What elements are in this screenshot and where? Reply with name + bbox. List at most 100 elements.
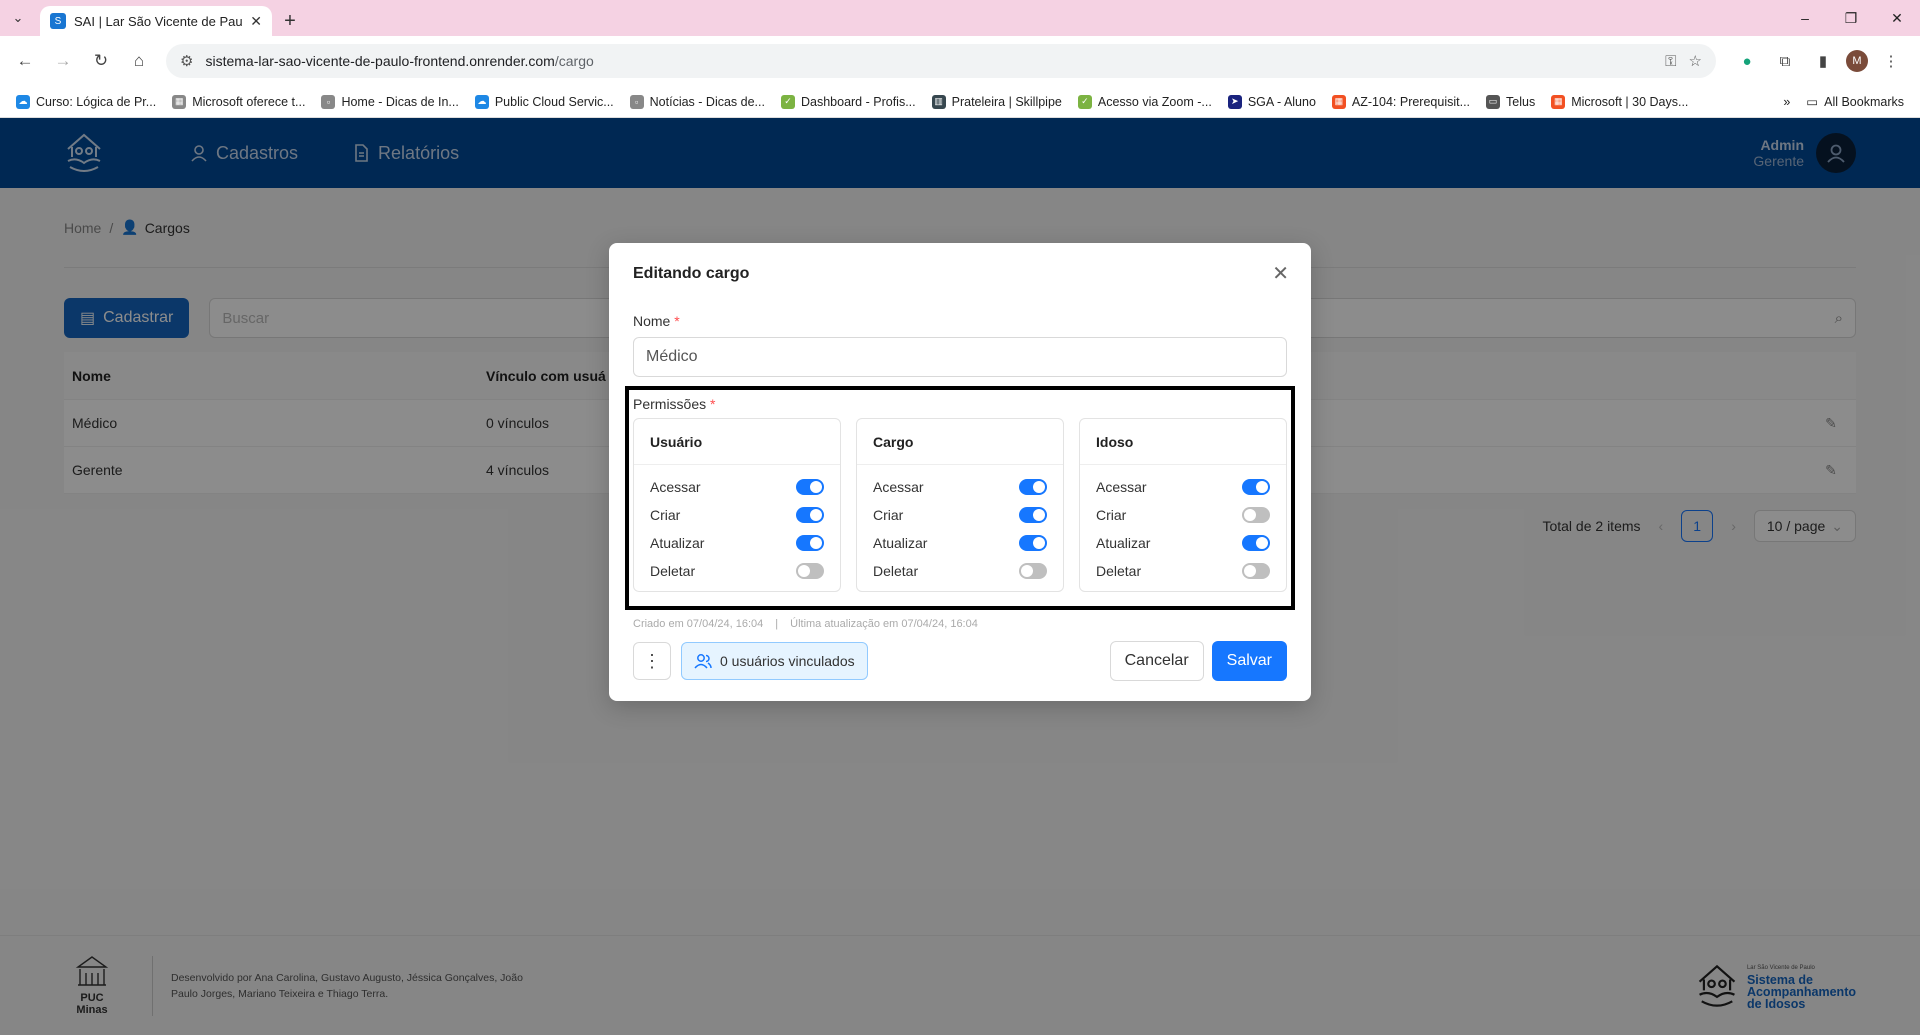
arrow-icon: ➤ [1227, 94, 1242, 109]
bookmark-label: Acesso via Zoom -... [1097, 94, 1212, 109]
permission-label: Atualizar [650, 535, 705, 551]
permission-label: Deletar [650, 563, 696, 579]
bookmark-item[interactable]: ▭ Telus [1478, 89, 1543, 115]
profile-avatar[interactable]: M [1846, 50, 1868, 72]
microsoft-icon: ▦ [1331, 94, 1346, 109]
bookmark-label: Home - Dicas de In... [341, 94, 459, 109]
bookmark-item[interactable]: ▫ Home - Dicas de In... [313, 89, 466, 115]
grammarly-icon[interactable]: ● [1732, 46, 1762, 76]
cloud-icon: ☁ [16, 94, 30, 109]
window-close-icon[interactable]: ✕ [1874, 0, 1920, 36]
cancel-button[interactable]: Cancelar [1109, 641, 1204, 681]
permission-toggle[interactable] [796, 507, 824, 523]
close-icon[interactable]: ✕ [1272, 261, 1289, 286]
page-icon: ▫ [629, 94, 644, 109]
bookmark-item[interactable]: ➤ SGA - Aluno [1220, 89, 1324, 115]
tab-search-chevron-icon[interactable]: ⌄ [0, 0, 36, 36]
permissions-label-text: Permissões [633, 396, 707, 412]
bookmark-item[interactable]: ✓ Dashboard - Profis... [773, 89, 924, 115]
permission-toggle[interactable] [1019, 563, 1047, 579]
permission-label: Criar [1096, 507, 1127, 523]
users-icon [694, 654, 712, 669]
permission-row: Atualizar [857, 529, 1063, 557]
permission-row: Acessar [1080, 473, 1286, 501]
bookmark-item[interactable]: ▦ Microsoft oferece t... [164, 89, 313, 115]
tab-title: SAI | Lar São Vicente de Paulo [74, 13, 243, 29]
folder-icon: ▭ [1806, 95, 1819, 109]
url-field[interactable]: ⚙ sistema-lar-sao-vicente-de-paulo-front… [166, 44, 1716, 78]
bookmark-label: Microsoft | 30 Days... [1571, 94, 1689, 109]
check-icon: ✓ [1077, 94, 1092, 109]
bookmark-label: Prateleira | Skillpipe [951, 94, 1062, 109]
permission-row: Deletar [857, 557, 1063, 585]
microsoft-icon: ▦ [1551, 94, 1566, 109]
permission-toggle[interactable] [1019, 535, 1047, 551]
permission-card: Cargo Acessar Criar Atualizar Deletar [856, 418, 1064, 592]
permission-toggle[interactable] [796, 535, 824, 551]
bookmark-star-icon[interactable]: ☆ [1689, 52, 1702, 70]
permission-toggle[interactable] [1242, 507, 1270, 523]
site-favicon-icon: S [50, 13, 66, 29]
name-label-text: Nome [633, 313, 671, 329]
back-icon[interactable]: ← [8, 44, 42, 78]
extensions-puzzle-icon[interactable]: ⧉ [1770, 46, 1800, 76]
permission-toggle[interactable] [1019, 507, 1047, 523]
browser-tab-active[interactable]: S SAI | Lar São Vicente de Paulo ✕ [40, 6, 272, 36]
address-bar-row: ← → ↻ ⌂ ⚙ sistema-lar-sao-vicente-de-pau… [0, 36, 1920, 86]
required-mark: * [710, 396, 716, 412]
permission-toggle[interactable] [796, 563, 824, 579]
bookmark-item[interactable]: ▦ Microsoft | 30 Days... [1543, 89, 1696, 115]
name-field-value: Médico [646, 348, 698, 365]
permission-toggle[interactable] [1242, 563, 1270, 579]
bookmark-item[interactable]: ▥ Prateleira | Skillpipe [924, 89, 1070, 115]
new-tab-button[interactable]: + [272, 6, 308, 36]
permission-row: Deletar [1080, 557, 1286, 585]
bookmark-label: Microsoft oferece t... [192, 94, 306, 109]
url-path: /cargo [554, 53, 594, 69]
permission-toggle[interactable] [1019, 479, 1047, 495]
save-button[interactable]: Salvar [1211, 641, 1287, 681]
permission-label: Acessar [873, 479, 924, 495]
permission-toggle[interactable] [1242, 535, 1270, 551]
bookmark-item[interactable]: ▦ AZ-104: Prerequisit... [1324, 89, 1478, 115]
permission-toggle[interactable] [796, 479, 824, 495]
permission-card: Usuário Acessar Criar Atualizar Deletar [633, 418, 841, 592]
all-bookmarks-button[interactable]: ▭ All Bookmarks [1798, 89, 1912, 115]
permission-toggle[interactable] [1242, 479, 1270, 495]
audit-separator: | [775, 618, 779, 630]
bookmark-label: Curso: Lógica de Pr... [36, 94, 157, 109]
permission-label: Atualizar [1096, 535, 1151, 551]
more-options-icon[interactable]: ⋮ [633, 642, 671, 680]
check-icon: ✓ [780, 94, 795, 109]
updated-at: Última atualização em 07/04/24, 16:04 [790, 618, 978, 630]
name-field[interactable]: Médico [633, 337, 1287, 377]
cloud-icon: ☁ [474, 94, 489, 109]
minimize-icon[interactable]: – [1782, 0, 1828, 36]
permission-row: Acessar [634, 473, 840, 501]
permission-label: Acessar [1096, 479, 1147, 495]
home-icon[interactable]: ⌂ [122, 44, 156, 78]
password-key-icon[interactable]: ⚿ [1665, 53, 1676, 70]
permission-label: Atualizar [873, 535, 928, 551]
window-controls: – ❐ ✕ [1782, 0, 1920, 36]
microsoft-icon: ▦ [172, 94, 187, 109]
bookmark-item[interactable]: ▫ Notícias - Dicas de... [622, 89, 773, 115]
extensions-area: ● ⧉ ▮ M ⋮ [1726, 46, 1912, 76]
permission-label: Deletar [1096, 563, 1142, 579]
bookmark-item[interactable]: ✓ Acesso via Zoom -... [1070, 89, 1220, 115]
browser-menu-icon[interactable]: ⋮ [1876, 46, 1906, 76]
reload-icon[interactable]: ↻ [84, 44, 118, 78]
permission-card: Idoso Acessar Criar Atualizar Deletar [1079, 418, 1287, 592]
site-info-icon[interactable]: ⚙ [180, 52, 193, 70]
bookmark-item[interactable]: ☁ Public Cloud Servic... [467, 89, 622, 115]
permission-row: Criar [634, 501, 840, 529]
forward-icon[interactable]: → [46, 44, 80, 78]
bookmarks-overflow-icon[interactable]: » [1775, 89, 1798, 115]
tab-close-icon[interactable]: ✕ [250, 13, 262, 30]
modal-title: Editando cargo [633, 265, 750, 282]
linked-users-button[interactable]: 0 usuários vinculados [681, 642, 868, 680]
linked-users-label: 0 usuários vinculados [720, 653, 855, 669]
restore-icon[interactable]: ❐ [1828, 0, 1874, 36]
side-panel-icon[interactable]: ▮ [1808, 46, 1838, 76]
bookmark-item[interactable]: ☁ Curso: Lógica de Pr... [8, 89, 164, 115]
